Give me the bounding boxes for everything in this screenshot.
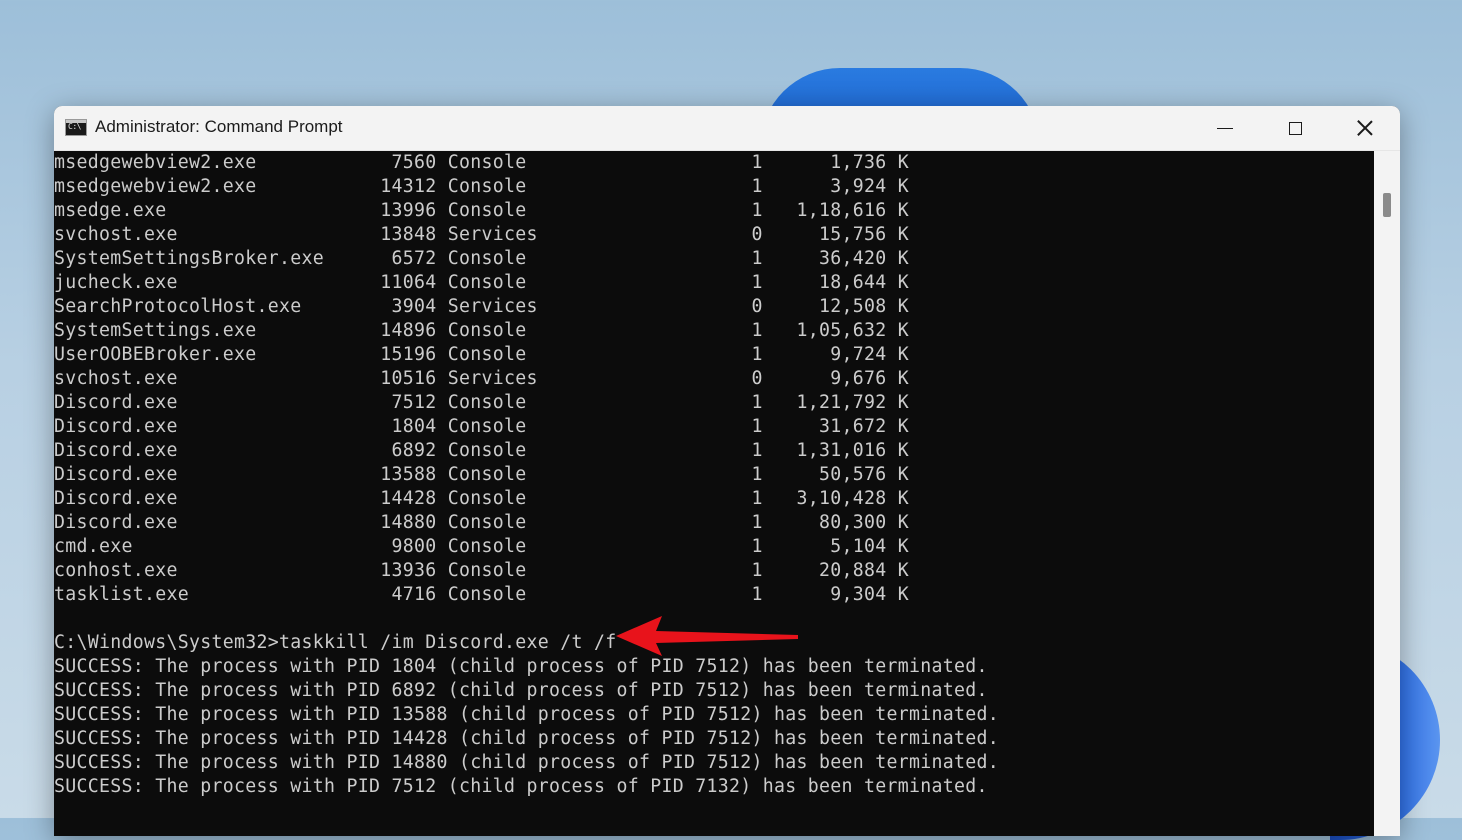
window-title: Administrator: Command Prompt: [95, 117, 343, 136]
maximize-icon: [1288, 121, 1302, 135]
console-line: SUCCESS: The process with PID 14428 (chi…: [54, 728, 999, 749]
console-line: Discord.exe 1804 Console 1 31,672 K: [54, 416, 909, 437]
maximize-button[interactable]: [1260, 106, 1330, 150]
minimize-button[interactable]: [1190, 106, 1260, 150]
minimize-icon: [1217, 127, 1233, 129]
console-line: Discord.exe 14428 Console 1 3,10,428 K: [54, 488, 909, 509]
console-line: cmd.exe 9800 Console 1 5,104 K: [54, 536, 909, 557]
vertical-scrollbar[interactable]: [1374, 151, 1400, 836]
console-line: svchost.exe 10516 Services 0 9,676 K: [54, 368, 909, 389]
title-bar[interactable]: C:\ Administrator: Command Prompt: [54, 106, 1400, 151]
cmd-icon: C:\: [65, 119, 87, 136]
console-line: SUCCESS: The process with PID 13588 (chi…: [54, 704, 999, 725]
red-arrow-icon: [616, 616, 798, 656]
console-line: SUCCESS: The process with PID 7512 (chil…: [54, 776, 988, 797]
console-line: SystemSettings.exe 14896 Console 1 1,05,…: [54, 320, 909, 341]
close-icon: [1356, 119, 1374, 137]
console-line: tasklist.exe 4716 Console 1 9,304 K: [54, 584, 909, 605]
console-line: SearchProtocolHost.exe 3904 Services 0 1…: [54, 296, 909, 317]
console-line: Discord.exe 7512 Console 1 1,21,792 K: [54, 392, 909, 413]
console-line: msedgewebview2.exe 7560 Console 1 1,736 …: [54, 152, 909, 173]
console-output[interactable]: msedgewebview2.exe 7560 Console 1 1,736 …: [54, 151, 1374, 836]
console-line: msedge.exe 13996 Console 1 1,18,616 K: [54, 200, 909, 221]
console-line: msedgewebview2.exe 14312 Console 1 3,924…: [54, 176, 909, 197]
console-line: SUCCESS: The process with PID 14880 (chi…: [54, 752, 999, 773]
console-line: Discord.exe 6892 Console 1 1,31,016 K: [54, 440, 909, 461]
console-line: conhost.exe 13936 Console 1 20,884 K: [54, 560, 909, 581]
console-line: Discord.exe 13588 Console 1 50,576 K: [54, 464, 909, 485]
command-prompt-window: C:\ Administrator: Command Prompt msedge…: [54, 106, 1400, 836]
console-line: SystemSettingsBroker.exe 6572 Console 1 …: [54, 248, 909, 269]
close-button[interactable]: [1330, 106, 1400, 150]
console-line: svchost.exe 13848 Services 0 15,756 K: [54, 224, 909, 245]
console-line: UserOOBEBroker.exe 15196 Console 1 9,724…: [54, 344, 909, 365]
scrollbar-thumb[interactable]: [1383, 193, 1391, 217]
console-line: Discord.exe 14880 Console 1 80,300 K: [54, 512, 909, 533]
console-line: SUCCESS: The process with PID 6892 (chil…: [54, 680, 988, 701]
console-line: jucheck.exe 11064 Console 1 18,644 K: [54, 272, 909, 293]
console-line: SUCCESS: The process with PID 1804 (chil…: [54, 656, 988, 677]
